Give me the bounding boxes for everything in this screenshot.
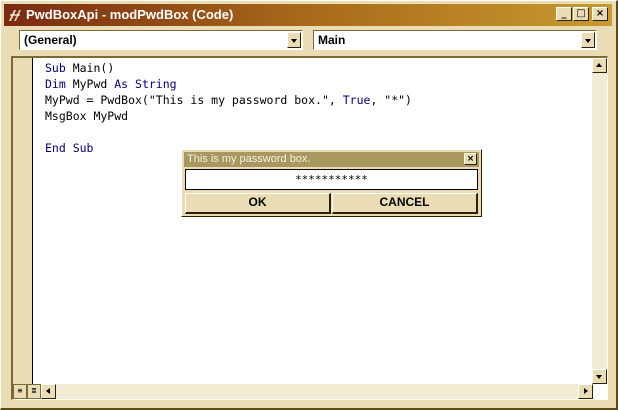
title-bar[interactable]: PwdBoxApi - modPwdBox (Code) _ □ ×	[4, 4, 612, 26]
code-line[interactable]: MyPwd = PwdBox("This is my password box.…	[45, 92, 412, 108]
scroll-left-button[interactable]	[41, 384, 56, 399]
maximize-button[interactable]: □	[573, 7, 589, 21]
cancel-button[interactable]: CANCEL	[332, 193, 478, 214]
procedure-combo[interactable]: Main	[313, 30, 597, 50]
vb-code-icon	[9, 10, 21, 21]
ok-button[interactable]: OK	[185, 193, 331, 214]
close-icon: ×	[595, 8, 605, 19]
code-token: Main()	[72, 61, 115, 75]
code-keyword: End Sub	[45, 141, 94, 155]
code-line[interactable]: Sub Main()	[45, 60, 412, 76]
code-line[interactable]: MsgBox MyPwd	[45, 108, 412, 124]
code-line[interactable]	[45, 124, 412, 140]
margin-indicator-bar[interactable]	[13, 58, 33, 384]
code-keyword: As String	[114, 77, 177, 91]
procedure-view-icon: ≡	[17, 386, 23, 395]
code-token: MyPwd	[72, 77, 115, 91]
dialog-title-bar[interactable]: This is my password box. ×	[184, 152, 479, 167]
dialog-close-button[interactable]: ×	[464, 153, 477, 165]
code-token: MyPwd = PwdBox("This is my password box.…	[45, 93, 343, 107]
code-token: , "*")	[370, 93, 412, 107]
password-input[interactable]: ***********	[185, 169, 478, 190]
chevron-down-icon	[585, 39, 591, 43]
full-module-view-button[interactable]: ≣	[27, 384, 41, 399]
code-keyword: Dim	[45, 77, 73, 91]
scroll-down-button[interactable]	[592, 369, 607, 384]
arrow-down-icon	[596, 375, 602, 379]
chevron-down-icon	[291, 39, 297, 43]
object-combo-value: (General)	[24, 33, 77, 47]
full-module-view-icon: ≣	[31, 386, 37, 395]
maximize-icon: □	[576, 8, 586, 19]
object-combo-dropdown-button[interactable]	[287, 32, 301, 48]
procedure-view-button[interactable]: ≡	[13, 384, 27, 399]
scroll-right-button[interactable]	[578, 384, 593, 399]
procedure-combo-value: Main	[318, 33, 346, 47]
arrow-right-icon	[584, 388, 588, 394]
procedure-combo-dropdown-button[interactable]	[581, 32, 595, 48]
minimize-icon: _	[561, 8, 567, 19]
code-keyword: True	[342, 93, 371, 107]
minimize-button[interactable]: _	[556, 7, 572, 21]
window-title: PwdBoxApi - modPwdBox (Code)	[26, 7, 234, 22]
arrow-up-icon	[596, 63, 602, 67]
object-combo[interactable]: (General)	[19, 30, 303, 50]
vertical-scrollbar[interactable]	[592, 58, 607, 384]
password-dialog: This is my password box. × *********** O…	[181, 149, 482, 217]
dialog-title: This is my password box.	[187, 153, 311, 165]
code-editor[interactable]: Sub Main() Dim MyPwd As String MyPwd = Pwd…	[11, 56, 608, 400]
close-button[interactable]: ×	[592, 7, 608, 21]
scroll-up-button[interactable]	[592, 58, 607, 73]
code-token: MsgBox MyPwd	[45, 109, 129, 123]
arrow-left-icon	[46, 388, 50, 394]
code-line[interactable]: Dim MyPwd As String	[45, 76, 412, 92]
code-keyword: Sub	[45, 61, 73, 75]
code-window: PwdBoxApi - modPwdBox (Code) _ □ × (Gene…	[0, 0, 618, 410]
code-text[interactable]: Sub Main() Dim MyPwd As String MyPwd = Pwd…	[45, 60, 412, 156]
horizontal-scrollbar[interactable]	[41, 384, 593, 399]
close-icon: ×	[466, 154, 475, 164]
